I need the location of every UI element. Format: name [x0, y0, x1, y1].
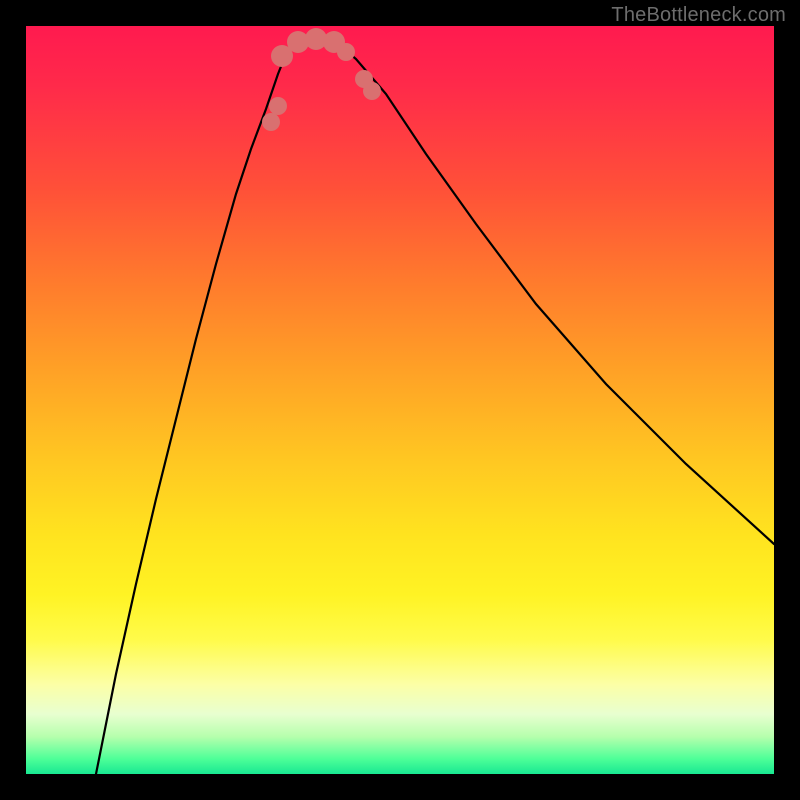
marker-dot — [269, 97, 287, 115]
chart-frame: TheBottleneck.com — [0, 0, 800, 800]
marker-dot — [262, 113, 280, 131]
watermark-text: TheBottleneck.com — [611, 4, 786, 27]
chart-svg — [26, 26, 774, 774]
marker-dot — [363, 82, 381, 100]
bottleneck-curve — [96, 37, 774, 774]
optimal-range-markers — [262, 28, 381, 131]
marker-dot — [337, 43, 355, 61]
plot-area — [26, 26, 774, 774]
